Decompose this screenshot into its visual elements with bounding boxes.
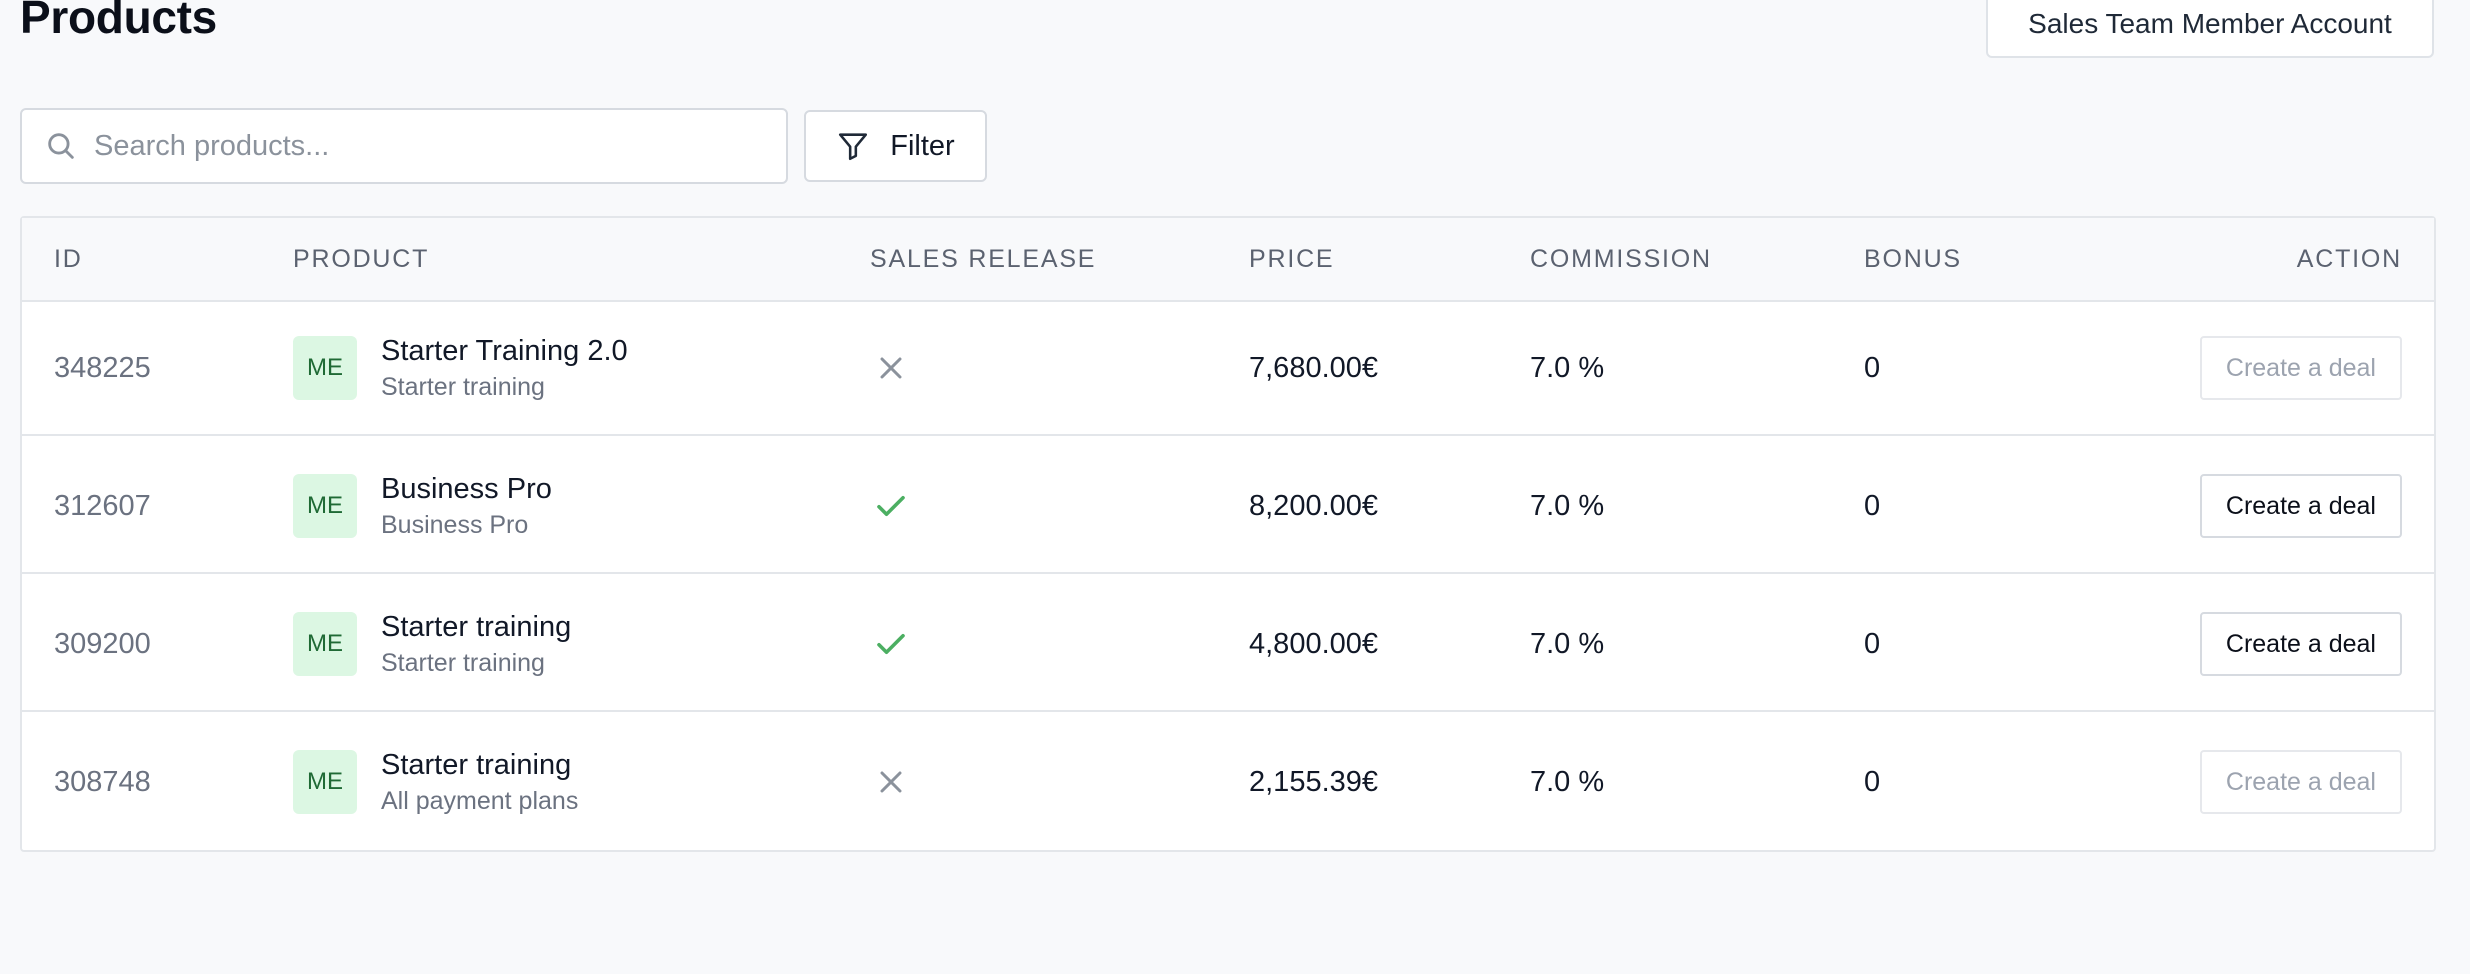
commission: 7.0 %: [1530, 765, 1605, 798]
account-button[interactable]: Sales Team Member Account: [1986, 0, 2434, 58]
sales-release-status: [873, 714, 909, 850]
column-header-product[interactable]: PRODUCT: [293, 218, 429, 300]
table-header: ID PRODUCT SALES RELEASE PRICE COMMISSIO…: [22, 218, 2434, 302]
action-cell: Create a deal: [2199, 714, 2402, 850]
product-cell: ME Starter training Starter training: [293, 576, 571, 712]
product-cell: ME Business Pro Business Pro: [293, 438, 552, 574]
price: 2,155.39€: [1249, 765, 1379, 798]
create-deal-button[interactable]: Create a deal: [2199, 750, 2402, 814]
column-header-id[interactable]: ID: [54, 218, 83, 300]
bonus: 0: [1864, 627, 1881, 660]
column-header-price[interactable]: PRICE: [1249, 218, 1334, 300]
bonus: 0: [1864, 351, 1881, 384]
search-input[interactable]: [94, 129, 734, 163]
bonus: 0: [1864, 489, 1881, 522]
table-row: 312607 ME Business Pro Business Pro 8,200.00…: [22, 438, 2434, 574]
action-cell: Create a deal: [2199, 300, 2402, 436]
page-title: Products: [20, 0, 217, 43]
x-icon: [873, 350, 909, 386]
product-subtitle: All payment plans: [381, 786, 579, 815]
price: 8,200.00€: [1249, 489, 1379, 522]
create-deal-button[interactable]: Create a deal: [2199, 336, 2402, 400]
action-cell: Create a deal: [2199, 576, 2402, 712]
commission: 7.0 %: [1530, 351, 1605, 384]
create-deal-button[interactable]: Create a deal: [2199, 474, 2402, 538]
product-subtitle: Starter training: [381, 372, 545, 401]
create-deal-button[interactable]: Create a deal: [2199, 612, 2402, 676]
check-icon: [873, 488, 909, 524]
x-icon: [873, 764, 909, 800]
search-box[interactable]: [20, 108, 788, 184]
product-subtitle: Starter training: [381, 648, 545, 677]
product-id: 312607: [54, 489, 151, 522]
check-icon: [873, 626, 909, 662]
column-header-sales-release[interactable]: SALES RELEASE: [870, 218, 1096, 300]
product-name: Business Pro: [381, 472, 552, 505]
avatar: ME: [293, 612, 357, 676]
product-id: 308748: [54, 765, 151, 798]
filter-icon: [836, 129, 870, 163]
products-table: ID PRODUCT SALES RELEASE PRICE COMMISSIO…: [20, 216, 2436, 852]
product-cell: ME Starter Training 2.0 Starter training: [293, 300, 628, 436]
column-header-commission[interactable]: COMMISSION: [1530, 218, 1712, 300]
table-row: 348225 ME Starter Training 2.0 Starter trai…: [22, 300, 2434, 436]
commission: 7.0 %: [1530, 489, 1605, 522]
search-icon: [44, 129, 78, 163]
product-cell: ME Starter training All payment plans: [293, 714, 578, 850]
product-id: 348225: [54, 351, 151, 384]
product-name: Starter training: [381, 748, 572, 781]
commission: 7.0 %: [1530, 627, 1605, 660]
filter-button[interactable]: Filter: [804, 110, 987, 182]
bonus: 0: [1864, 765, 1881, 798]
price: 7,680.00€: [1249, 351, 1379, 384]
column-header-action: ACTION: [2296, 245, 2402, 273]
action-cell: Create a deal: [2199, 438, 2402, 574]
filter-label: Filter: [890, 129, 955, 162]
sales-release-status: [873, 576, 909, 712]
table-row: 309200 ME Starter training Starter training…: [22, 576, 2434, 712]
product-name: Starter training: [381, 610, 572, 643]
table-row: 308748 ME Starter training All payment plan…: [22, 714, 2434, 850]
avatar: ME: [293, 474, 357, 538]
avatar: ME: [293, 750, 357, 814]
product-name: Starter Training 2.0: [381, 334, 628, 367]
price: 4,800.00€: [1249, 627, 1379, 660]
sales-release-status: [873, 438, 909, 574]
product-subtitle: Business Pro: [381, 510, 529, 539]
avatar: ME: [293, 336, 357, 400]
column-header-bonus[interactable]: BONUS: [1864, 218, 1962, 300]
sales-release-status: [873, 300, 909, 436]
product-id: 309200: [54, 627, 151, 660]
